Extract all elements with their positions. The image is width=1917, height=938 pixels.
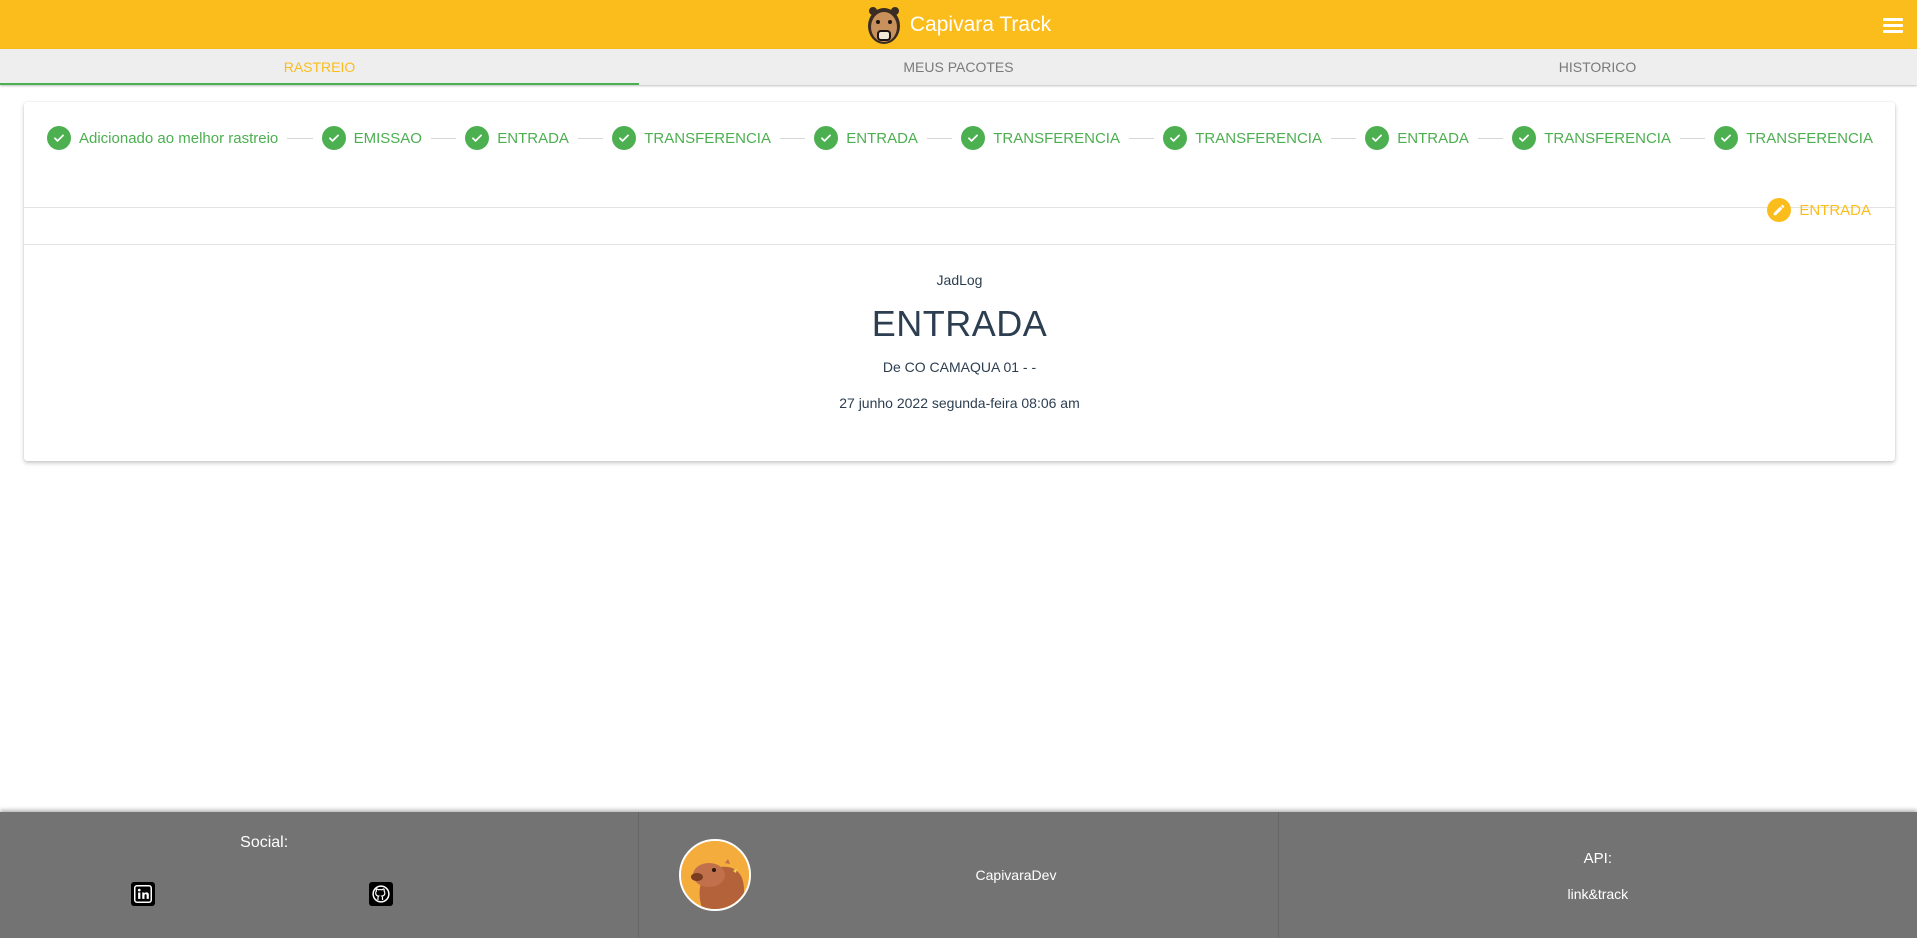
event-datetime: 27 junho 2022 segunda-feira 08:06 am	[839, 395, 1080, 411]
api-title: API:	[1583, 850, 1612, 867]
step-connector	[430, 137, 457, 139]
stepper-steps: Adicionado ao melhor rastreio EMISSAO EN…	[47, 124, 1873, 152]
divider	[24, 244, 1895, 245]
event-details: JadLog ENTRADA De CO CAMAQUA 01 - - 27 j…	[24, 272, 1895, 411]
event-origin: De CO CAMAQUA 01 - -	[882, 359, 1037, 375]
api-link[interactable]: link&track	[1279, 886, 1917, 902]
stepper-step[interactable]: TRANSFERENCIA	[961, 126, 1120, 150]
check-icon	[1163, 126, 1188, 150]
pencil-icon	[1767, 198, 1792, 222]
step-label: ENTRADA	[1397, 129, 1469, 147]
step-label: TRANSFERENCIA	[1746, 129, 1873, 147]
check-icon	[612, 126, 637, 150]
stepper-step[interactable]: TRANSFERENCIA	[1163, 126, 1322, 150]
app-header: Capivara Track	[0, 0, 1917, 49]
step-connector	[926, 137, 953, 139]
step-connector	[577, 137, 604, 139]
step-label: TRANSFERENCIA	[644, 129, 771, 147]
step-label: ENTRADA	[497, 129, 569, 147]
footer: Social: CapivaraDev API: link&track	[0, 812, 1917, 938]
tab-rastreio[interactable]: RASTREIO	[0, 49, 639, 85]
step-connector	[1679, 137, 1706, 139]
stepper-step[interactable]: ENTRADA	[814, 126, 918, 150]
step-label: EMISSAO	[353, 129, 422, 147]
check-icon	[1512, 126, 1537, 150]
stepper-step[interactable]: Adicionado ao melhor rastreio	[47, 126, 278, 150]
capybara-logo-icon	[867, 6, 900, 44]
step-connector	[1330, 137, 1357, 139]
stepper-step[interactable]: TRANSFERENCIA	[1714, 126, 1873, 150]
carrier-name: JadLog	[936, 272, 983, 288]
step-label: Adicionado ao melhor rastreio	[79, 129, 279, 147]
linkedin-icon[interactable]	[131, 882, 155, 906]
github-icon[interactable]	[369, 882, 393, 906]
step-connector	[779, 137, 806, 139]
tab-meus-pacotes[interactable]: MEUS PACOTES	[639, 49, 1278, 85]
stepper-step[interactable]: EMISSAO	[321, 126, 422, 150]
check-icon	[1714, 126, 1739, 150]
footer-developer: CapivaraDev	[638, 812, 1277, 938]
check-icon	[465, 126, 490, 150]
brand[interactable]: Capivara Track	[866, 5, 1051, 45]
tracking-card: Adicionado ao melhor rastreio EMISSAO EN…	[24, 102, 1895, 461]
stepper-step[interactable]: TRANSFERENCIA	[1512, 126, 1671, 150]
check-icon	[47, 126, 71, 150]
footer-social: Social:	[0, 812, 638, 938]
stepper-step[interactable]: TRANSFERENCIA	[612, 126, 771, 150]
tab-historico[interactable]: HISTORICO	[1278, 49, 1917, 85]
tab-bar: RASTREIO MEUS PACOTES HISTORICO	[0, 49, 1917, 85]
check-icon	[1365, 126, 1390, 150]
step-connector	[1477, 137, 1504, 139]
social-title: Social:	[240, 834, 289, 851]
check-icon	[961, 126, 986, 150]
current-step[interactable]: ENTRADA	[1767, 198, 1871, 222]
hamburger-menu-icon[interactable]	[1881, 13, 1905, 37]
tracking-stepper: Adicionado ao melhor rastreio EMISSAO EN…	[24, 102, 1895, 208]
current-step-label: ENTRADA	[1799, 201, 1871, 219]
step-label: TRANSFERENCIA	[1195, 129, 1322, 147]
step-label: ENTRADA	[846, 129, 918, 147]
stepper-step[interactable]: ENTRADA	[465, 126, 569, 150]
event-title: ENTRADA	[871, 303, 1048, 344]
step-connector	[287, 137, 313, 139]
stepper-step[interactable]: ENTRADA	[1365, 126, 1469, 150]
step-label: TRANSFERENCIA	[1544, 129, 1671, 147]
step-label: TRANSFERENCIA	[993, 129, 1120, 147]
step-connector	[1128, 137, 1155, 139]
footer-api: API: link&track	[1277, 812, 1917, 938]
check-icon	[321, 126, 346, 150]
app-title: Capivara Track	[909, 12, 1052, 36]
check-icon	[814, 126, 839, 150]
developer-name: CapivaraDev	[975, 867, 1057, 883]
